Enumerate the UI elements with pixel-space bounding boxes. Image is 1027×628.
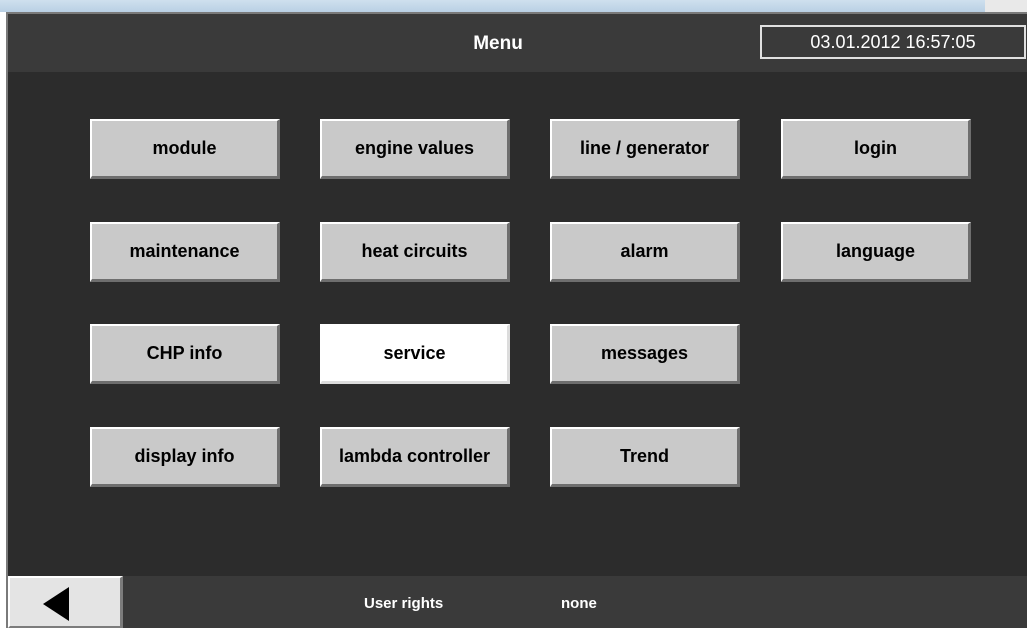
back-button[interactable]	[8, 576, 123, 628]
module-button[interactable]: module	[90, 119, 280, 179]
alarm-button[interactable]: alarm	[550, 222, 740, 282]
window-top-border	[0, 0, 1027, 13]
login-button[interactable]: login	[781, 119, 971, 179]
line-generator-button[interactable]: line / generator	[550, 119, 740, 179]
service-button[interactable]: service	[320, 324, 510, 384]
display-info-button[interactable]: display info	[90, 427, 280, 487]
language-button[interactable]: language	[781, 222, 971, 282]
user-rights-value: none	[561, 595, 597, 612]
trend-button[interactable]: Trend	[550, 427, 740, 487]
hmi-screen: Menu 03.01.2012 16:57:05 module engine v…	[6, 12, 1027, 628]
messages-button[interactable]: messages	[550, 324, 740, 384]
footer-bar: User rights none	[8, 576, 1027, 628]
datetime-display: 03.01.2012 16:57:05	[760, 25, 1026, 59]
chp-info-button[interactable]: CHP info	[90, 324, 280, 384]
header-bar: Menu 03.01.2012 16:57:05	[8, 14, 1027, 72]
heat-circuits-button[interactable]: heat circuits	[320, 222, 510, 282]
engine-values-button[interactable]: engine values	[320, 119, 510, 179]
maintenance-button[interactable]: maintenance	[90, 222, 280, 282]
user-rights-label: User rights	[364, 595, 444, 612]
lambda-controller-button[interactable]: lambda controller	[320, 427, 510, 487]
left-arrow-icon	[43, 587, 69, 621]
